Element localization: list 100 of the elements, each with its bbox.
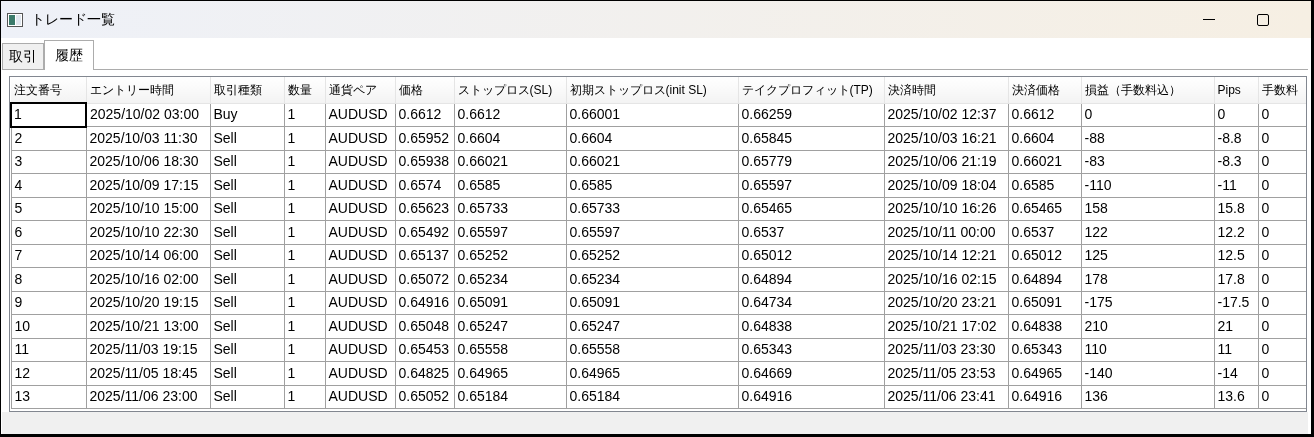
table-cell: 9 [11, 291, 86, 315]
table-cell: -175 [1081, 291, 1214, 315]
table-cell: -88 [1081, 126, 1214, 150]
table-cell: 0.66021 [454, 150, 566, 174]
column-header[interactable]: 取引種類 [210, 77, 284, 103]
table-cell: 2025/10/21 13:00 [86, 314, 210, 338]
column-header[interactable]: 通貨ペア [325, 77, 395, 103]
table-cell: Sell [210, 291, 284, 315]
column-header[interactable]: 価格 [395, 77, 454, 103]
table-cell: 2025/10/20 19:15 [86, 291, 210, 315]
table-cell: 0.6604 [454, 126, 566, 150]
column-header[interactable]: テイクプロフィット(TP) [738, 77, 884, 103]
table-cell: 0.65091 [1008, 291, 1081, 315]
table-cell: 5 [11, 197, 86, 221]
table-cell: 0.65558 [454, 338, 566, 362]
table-cell: 0.64916 [1008, 385, 1081, 409]
table-cell: 0.65184 [566, 385, 738, 409]
table-cell: 0.65343 [738, 338, 884, 362]
column-header[interactable]: 損益（手数料込） [1081, 77, 1214, 103]
column-header[interactable]: 初期ストップロス(init SL) [566, 77, 738, 103]
table-cell: 0.6537 [1008, 220, 1081, 244]
table-cell: 0.65234 [454, 267, 566, 291]
column-header[interactable]: 数量 [284, 77, 325, 103]
table-cell: 0.64965 [1008, 361, 1081, 385]
table-cell: AUDUSD [325, 197, 395, 221]
table-cell: Sell [210, 338, 284, 362]
table-cell: Sell [210, 220, 284, 244]
column-header[interactable]: 注文番号 [11, 77, 86, 103]
table-cell: 2025/11/05 23:53 [884, 361, 1008, 385]
table-cell: 1 [284, 150, 325, 174]
table-cell: 1 [284, 103, 325, 127]
table-cell: Buy [210, 103, 284, 127]
column-header[interactable]: 手数料 [1258, 77, 1306, 103]
table-cell: 2025/10/10 15:00 [86, 197, 210, 221]
table-cell: 0.64734 [738, 291, 884, 315]
table-cell: 0.6574 [395, 173, 454, 197]
table-cell: 0.65252 [454, 244, 566, 268]
table-cell: 1 [284, 220, 325, 244]
table-cell: -8.3 [1214, 150, 1258, 174]
table-cell: 0.65465 [738, 197, 884, 221]
table-cell: AUDUSD [325, 338, 395, 362]
table-cell: 4 [11, 173, 86, 197]
table-cell: 0.6604 [1008, 126, 1081, 150]
table-cell: 0.6612 [1008, 103, 1081, 127]
table-cell: 0.65952 [395, 126, 454, 150]
column-header[interactable]: Pips [1214, 77, 1258, 103]
table-cell: 0.6612 [454, 103, 566, 127]
table-cell: 1 [284, 173, 325, 197]
table-cell: Sell [210, 267, 284, 291]
table-cell: 122 [1081, 220, 1214, 244]
table-cell: 0.64825 [395, 361, 454, 385]
table-cell: -11 [1214, 173, 1258, 197]
table-cell: 1 [284, 126, 325, 150]
table-cell: Sell [210, 361, 284, 385]
table-cell: 0.65137 [395, 244, 454, 268]
table-cell: 0.65558 [566, 338, 738, 362]
table-cell: 0.64669 [738, 361, 884, 385]
table-cell: 2025/10/06 21:19 [884, 150, 1008, 174]
table-cell: 0.65733 [566, 197, 738, 221]
table-cell: 15.8 [1214, 197, 1258, 221]
table-cell: 7 [11, 244, 86, 268]
table-cell: 1 [284, 338, 325, 362]
table-cell: 11 [11, 338, 86, 362]
table-cell: 158 [1081, 197, 1214, 221]
tab[interactable]: 取引 [2, 43, 44, 69]
table-cell: 0.65597 [454, 220, 566, 244]
table-cell: Sell [210, 197, 284, 221]
table-cell: AUDUSD [325, 150, 395, 174]
table-cell: 0.65845 [738, 126, 884, 150]
column-header[interactable]: 決済時間 [884, 77, 1008, 103]
table-cell: 0.65048 [395, 314, 454, 338]
table-cell: 0.65184 [454, 385, 566, 409]
table-cell: 8 [11, 267, 86, 291]
table-cell: 0.65453 [395, 338, 454, 362]
table-cell: 2025/11/05 18:45 [86, 361, 210, 385]
tab[interactable]: 履歴 [44, 40, 94, 70]
app-icon [7, 12, 23, 27]
table-cell: 2025/10/21 17:02 [884, 314, 1008, 338]
table-cell: -8.8 [1214, 126, 1258, 150]
table-cell: 2025/10/16 02:00 [86, 267, 210, 291]
table-cell: 2025/10/11 00:00 [884, 220, 1008, 244]
table-cell: 0 [1214, 103, 1258, 127]
table-cell: AUDUSD [325, 267, 395, 291]
table-cell: AUDUSD [325, 314, 395, 338]
table-cell: 0.65012 [1008, 244, 1081, 268]
table-cell: 12.2 [1214, 220, 1258, 244]
column-header[interactable]: 決済価格 [1008, 77, 1081, 103]
table-cell: 0.65733 [454, 197, 566, 221]
table-cell: 2025/11/03 19:15 [86, 338, 210, 362]
column-header[interactable]: エントリー時間 [86, 77, 210, 103]
table-cell: 1 [284, 385, 325, 409]
table-cell: AUDUSD [325, 385, 395, 409]
table-cell: 110 [1081, 338, 1214, 362]
table-cell: 3 [11, 150, 86, 174]
table-cell: Sell [210, 150, 284, 174]
table-cell: 1 [284, 197, 325, 221]
table-cell: 0.65343 [1008, 338, 1081, 362]
table-cell: 1 [284, 361, 325, 385]
table-cell: 13 [11, 385, 86, 409]
column-header[interactable]: ストップロス(SL) [454, 77, 566, 103]
